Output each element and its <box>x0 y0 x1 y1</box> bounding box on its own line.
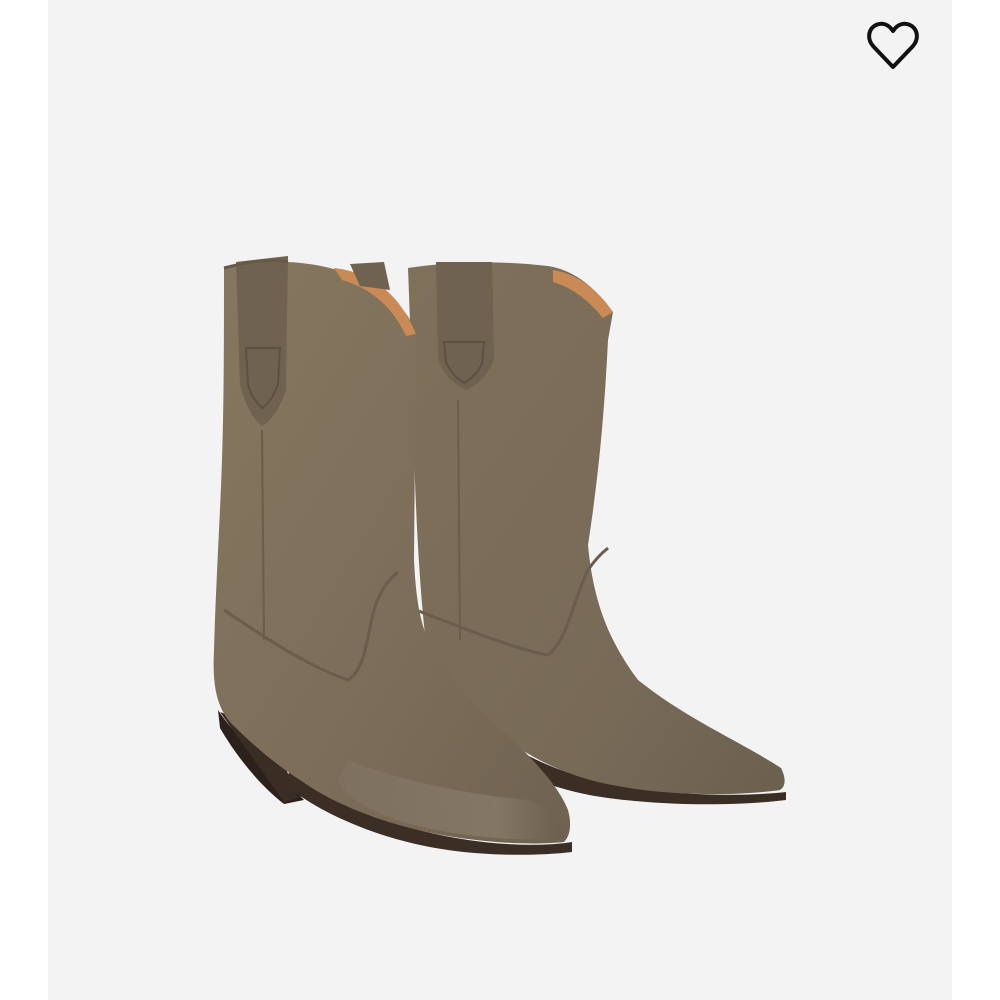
wishlist-button[interactable] <box>862 14 924 76</box>
product-photo-boots <box>213 256 786 855</box>
heart-outline-icon <box>867 21 919 69</box>
product-image-panel <box>48 0 952 1000</box>
product-page <box>0 0 1000 1000</box>
